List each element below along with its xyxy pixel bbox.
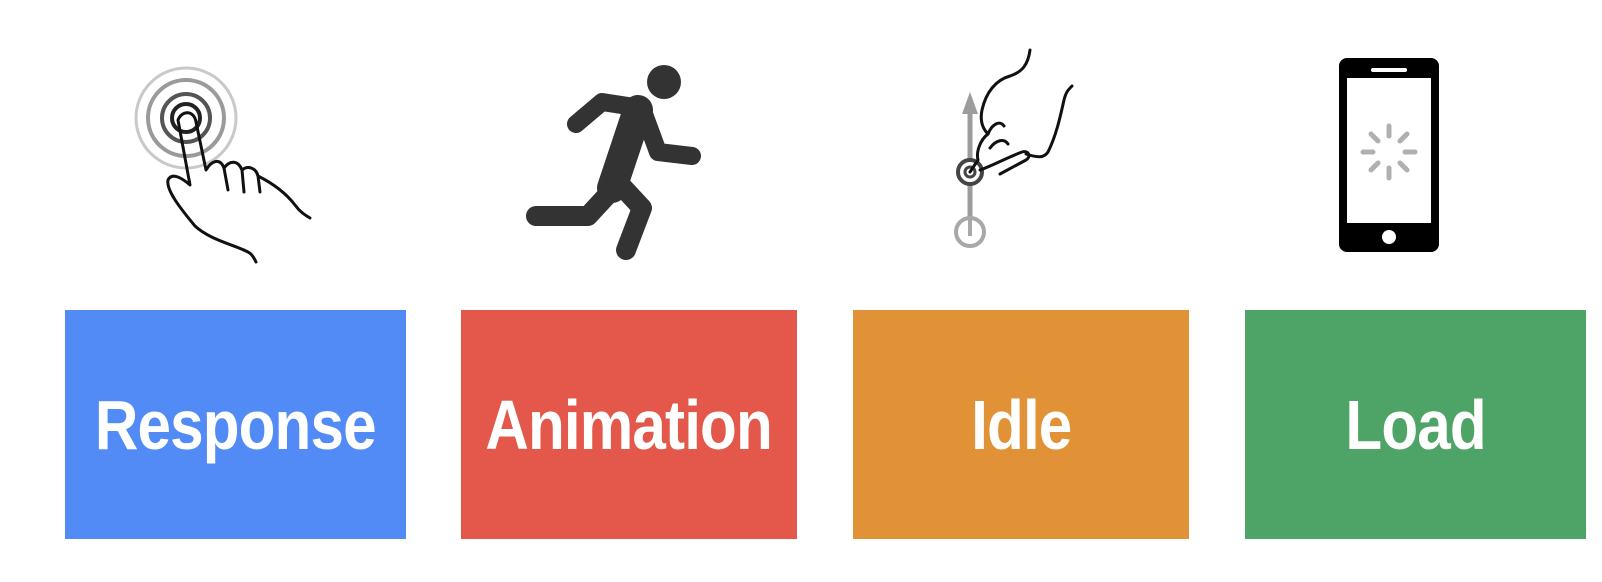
tap-hand-icon bbox=[120, 40, 320, 270]
animation-label: Animation bbox=[485, 385, 773, 464]
idle-label: Idle bbox=[970, 385, 1072, 464]
swipe-up-hand-icon bbox=[930, 40, 1090, 270]
phone-loading-icon bbox=[1335, 40, 1445, 270]
running-person-icon bbox=[520, 40, 720, 270]
response-card: Response bbox=[65, 310, 406, 539]
load-label: Load bbox=[1345, 385, 1486, 464]
animation-card: Animation bbox=[461, 310, 797, 539]
response-label: Response bbox=[95, 385, 377, 464]
idle-card: Idle bbox=[853, 310, 1189, 539]
load-card: Load bbox=[1245, 310, 1586, 539]
